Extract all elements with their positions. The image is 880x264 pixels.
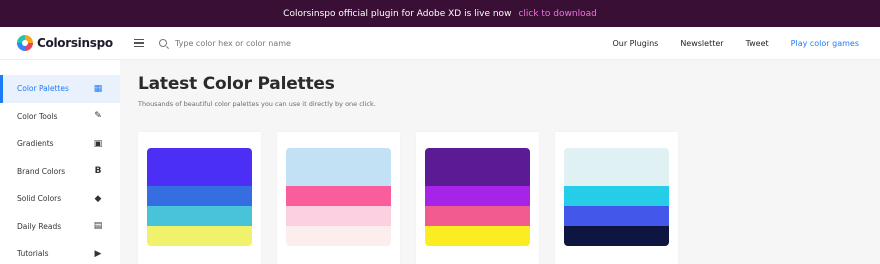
- top-navigation-bar: Colorsinspo Our Plugins Newsletter Tweet…: [0, 27, 880, 60]
- nav-newsletter[interactable]: Newsletter: [680, 39, 723, 48]
- color-swatch[interactable]: [425, 226, 530, 246]
- color-swatch[interactable]: [147, 186, 252, 206]
- color-swatch[interactable]: [425, 148, 530, 186]
- color-swatch[interactable]: [425, 206, 530, 226]
- logo-text: Colorsinspo: [37, 36, 113, 50]
- palette-card[interactable]: [138, 132, 261, 264]
- announcement-banner: Colorsinspo official plugin for Adobe XD…: [0, 0, 880, 27]
- color-swatch[interactable]: [564, 226, 669, 246]
- sidebar-item-color-palettes[interactable]: Color Palettes ▦: [0, 75, 120, 103]
- color-swatch[interactable]: [286, 206, 391, 226]
- top-nav: Our Plugins Newsletter Tweet Play color …: [612, 39, 880, 48]
- main-content: Latest Color Palettes Thousands of beaut…: [120, 60, 880, 264]
- color-swatch[interactable]: [564, 186, 669, 206]
- color-swatch[interactable]: [147, 206, 252, 226]
- palette-swatches[interactable]: [425, 148, 530, 246]
- color-swatch[interactable]: [286, 186, 391, 206]
- download-link[interactable]: click to download: [518, 9, 596, 19]
- color-swatch[interactable]: [147, 226, 252, 246]
- nav-play-color-games[interactable]: Play color games: [791, 39, 859, 48]
- banner-text: Colorsinspo official plugin for Adobe XD…: [283, 8, 512, 19]
- color-swatch[interactable]: [286, 148, 391, 186]
- sidebar-item-gradients[interactable]: Gradients ▣: [0, 130, 120, 158]
- nav-tweet[interactable]: Tweet: [746, 39, 769, 48]
- sidebar-item-brand-colors[interactable]: Brand Colors B: [0, 158, 120, 186]
- color-swatch[interactable]: [147, 148, 252, 186]
- page-title: Latest Color Palettes: [138, 74, 335, 94]
- page-subtitle: Thousands of beautiful color palettes yo…: [138, 100, 376, 108]
- palette-card[interactable]: [416, 132, 539, 264]
- sidebar-item-label: Color Palettes: [17, 84, 69, 94]
- logo-mark-icon: [17, 35, 33, 51]
- palette-swatches[interactable]: [286, 148, 391, 246]
- palette-swatches[interactable]: [147, 148, 252, 246]
- bold-b-icon: B: [94, 166, 102, 177]
- color-swatch[interactable]: [425, 186, 530, 206]
- search-bar: [159, 38, 499, 48]
- sidebar-item-tutorials[interactable]: Tutorials ▶: [0, 240, 120, 264]
- pen-icon: ✎: [94, 111, 102, 122]
- sidebar-item-color-tools[interactable]: Color Tools ✎: [0, 103, 120, 131]
- sidebar-item-label: Tutorials: [17, 249, 49, 259]
- play-video-icon: ▶: [94, 248, 102, 259]
- search-input[interactable]: [175, 38, 475, 48]
- page-body: Color Palettes ▦ Color Tools ✎ Gradients…: [0, 60, 880, 264]
- article-icon: ▤: [93, 221, 103, 232]
- sidebar-item-solid-colors[interactable]: Solid Colors ◆: [0, 185, 120, 213]
- color-swatch[interactable]: [564, 206, 669, 226]
- palette-grid: [138, 132, 862, 264]
- palette-swatches[interactable]: [564, 148, 669, 246]
- sidebar-item-label: Gradients: [17, 139, 54, 149]
- palette-card[interactable]: [277, 132, 400, 264]
- sidebar-item-label: Color Tools: [17, 111, 58, 121]
- image-icon: ▣: [93, 138, 103, 149]
- palette-card[interactable]: [555, 132, 678, 264]
- search-icon: [159, 39, 167, 47]
- sidebar-item-label: Daily Reads: [17, 221, 62, 231]
- nav-our-plugins[interactable]: Our Plugins: [612, 39, 658, 48]
- grid-icon: ▦: [93, 83, 103, 94]
- menu-icon[interactable]: [134, 38, 144, 48]
- paint-bucket-icon: ◆: [94, 193, 102, 204]
- logo[interactable]: Colorsinspo: [0, 35, 134, 51]
- color-swatch[interactable]: [286, 226, 391, 246]
- sidebar-item-daily-reads[interactable]: Daily Reads ▤: [0, 213, 120, 241]
- color-swatch[interactable]: [564, 148, 669, 186]
- sidebar: Color Palettes ▦ Color Tools ✎ Gradients…: [0, 60, 120, 264]
- sidebar-item-label: Brand Colors: [17, 166, 66, 176]
- sidebar-item-label: Solid Colors: [17, 194, 62, 204]
